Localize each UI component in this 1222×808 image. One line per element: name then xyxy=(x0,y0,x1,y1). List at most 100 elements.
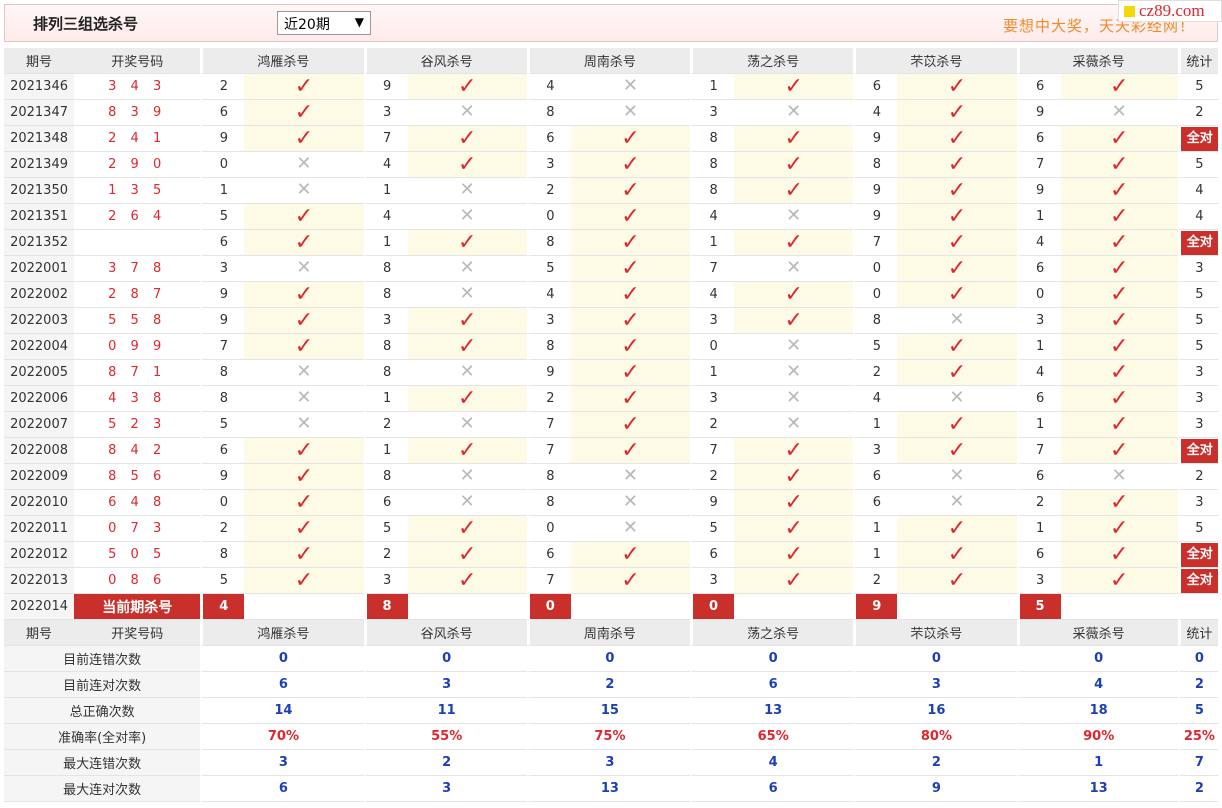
result-cell: ✓ xyxy=(407,568,527,594)
page-title: 排列三组选杀号 xyxy=(33,15,139,33)
kill-number-cell: 2 xyxy=(363,542,408,568)
kill-number-cell: 0 xyxy=(526,516,571,542)
result-cell: ✕ xyxy=(244,178,364,204)
kill-number-cell: 0 xyxy=(200,152,245,178)
result-cell: ✓ xyxy=(897,516,1017,542)
result-cell: ✓ xyxy=(570,360,691,386)
result-cell: ✓ xyxy=(570,568,691,594)
table-row: 2022010 6 4 8 0 ✓ 6 ✕ 8 ✕ 9 ✓ 6 ✕ 2 ✓ 3 xyxy=(4,490,1218,516)
check-mark-icon: ✓ xyxy=(621,386,640,411)
result-cell: ✓ xyxy=(244,490,364,516)
current-kill-number: 0 xyxy=(690,594,735,620)
correct-count: 3 xyxy=(1195,391,1204,406)
cross-mark-icon: ✕ xyxy=(296,178,312,200)
result-cell: ✕ xyxy=(244,412,364,438)
result-cell: ✓ xyxy=(1060,308,1178,334)
summary-value: 2 xyxy=(363,750,527,776)
table-header-row: 期号 开奖号码 鸿雁杀号 谷风杀号 周南杀号 荡之杀号 芣苡杀号 采薇杀号 统计 xyxy=(4,620,1218,646)
check-mark-icon: ✓ xyxy=(1109,256,1129,281)
table-row: 2022004 0 9 9 7 ✓ 8 ✓ 8 ✓ 0 ✕ 5 ✓ 1 ✓ 5 xyxy=(4,334,1218,360)
check-mark-icon: ✓ xyxy=(294,438,314,463)
summary-value: 14 xyxy=(200,698,364,724)
correct-count: 5 xyxy=(1195,79,1204,94)
kill-number-cell: 4 xyxy=(1016,360,1061,386)
correct-count: 5 xyxy=(1195,521,1204,536)
kill-number-cell: 6 xyxy=(200,100,245,126)
kill-number-cell: 0 xyxy=(200,490,245,516)
site-logo[interactable]: cz89.com xyxy=(1118,0,1222,22)
kill-number-cell: 1 xyxy=(853,542,898,568)
cross-mark-icon: ✕ xyxy=(459,204,475,226)
result-cell: ✓ xyxy=(244,334,364,360)
period-cell: 2021349 xyxy=(4,152,75,178)
check-mark-icon: ✓ xyxy=(457,386,477,411)
kill-number-cell: 4 xyxy=(690,282,735,308)
kill-number-cell: 6 xyxy=(853,464,898,490)
period-range-select[interactable]: 近20期 ▼ xyxy=(277,11,371,35)
stat-cell: 5 xyxy=(1177,308,1218,334)
kill-number-cell: 2 xyxy=(690,464,735,490)
result-cell: ✕ xyxy=(244,360,364,386)
result-cell: ✓ xyxy=(734,178,854,204)
kill-number-cell: 7 xyxy=(526,438,571,464)
kill-number-cell: 1 xyxy=(690,360,735,386)
kill-number-cell: 1 xyxy=(363,438,408,464)
header-expert: 谷风杀号 xyxy=(363,620,527,646)
result-cell: ✓ xyxy=(734,438,854,464)
check-mark-icon: ✓ xyxy=(784,516,803,541)
result-cell: ✓ xyxy=(1060,152,1178,178)
kill-number-cell: 8 xyxy=(526,334,571,360)
draw-numbers-cell: 2 9 0 xyxy=(74,152,201,178)
cross-mark-icon: ✕ xyxy=(949,464,965,486)
stat-cell: 3 xyxy=(1177,386,1218,412)
kill-number-cell: 1 xyxy=(853,412,898,438)
result-cell: ✕ xyxy=(570,74,691,100)
kill-number-cell: 4 xyxy=(363,204,408,230)
header-expert: 周南杀号 xyxy=(526,48,691,74)
summary-row: 目前连错次数 0 0 0 0 0 0 0 xyxy=(4,646,1218,672)
kill-number-cell: 8 xyxy=(690,152,735,178)
kill-number-cell: 9 xyxy=(1016,100,1061,126)
stat-cell: 3 xyxy=(1177,412,1218,438)
kill-number-cell: 6 xyxy=(526,542,571,568)
kill-number-cell: 3 xyxy=(690,308,735,334)
check-mark-icon: ✓ xyxy=(457,438,477,463)
summary-value: 3 xyxy=(853,672,1017,698)
kill-number-cell: 4 xyxy=(363,152,408,178)
period-cell: 2022004 xyxy=(4,334,75,360)
kill-number-cell: 6 xyxy=(1016,256,1061,282)
kill-number-cell: 8 xyxy=(200,360,245,386)
check-mark-icon: ✓ xyxy=(294,126,314,151)
result-cell: ✓ xyxy=(1060,412,1178,438)
summary-value: 2 xyxy=(526,672,691,698)
check-mark-icon: ✓ xyxy=(1109,386,1129,411)
draw-numbers-cell: 5 5 8 xyxy=(74,308,201,334)
cross-mark-icon: ✕ xyxy=(786,204,802,226)
result-cell: ✓ xyxy=(734,464,854,490)
draw-numbers-cell: 0 8 6 xyxy=(74,568,201,594)
kill-number-cell: 3 xyxy=(853,438,898,464)
kill-number-cell: 9 xyxy=(1016,178,1061,204)
kill-number-cell: 1 xyxy=(363,178,408,204)
stat-cell: 4 xyxy=(1177,204,1218,230)
correct-count: 5 xyxy=(1195,157,1204,172)
draw-numbers-cell: 3 7 8 xyxy=(74,256,201,282)
table-row: 2022012 5 0 5 8 ✓ 2 ✓ 6 ✓ 6 ✓ 1 ✓ 6 ✓ 全对 xyxy=(4,542,1218,568)
result-cell: ✓ xyxy=(897,230,1017,256)
check-mark-icon: ✓ xyxy=(621,256,640,281)
kill-number-cell: 1 xyxy=(363,230,408,256)
kill-number-cell: 5 xyxy=(200,412,245,438)
kill-number-cell: 1 xyxy=(1016,334,1061,360)
correct-count: 3 xyxy=(1195,495,1204,510)
period-cell: 2022010 xyxy=(4,490,75,516)
cross-mark-icon: ✕ xyxy=(786,334,802,356)
check-mark-icon: ✓ xyxy=(784,126,803,151)
kill-number-cell: 1 xyxy=(853,516,898,542)
summary-row: 最大连错次数 3 2 3 4 2 1 7 xyxy=(4,750,1218,776)
kill-number-cell: 6 xyxy=(1016,126,1061,152)
result-cell: ✓ xyxy=(570,412,691,438)
summary-label: 目前连错次数 xyxy=(4,646,201,672)
cross-mark-icon: ✕ xyxy=(1111,464,1127,486)
check-mark-icon: ✓ xyxy=(947,204,967,229)
kill-number-cell: 3 xyxy=(200,256,245,282)
